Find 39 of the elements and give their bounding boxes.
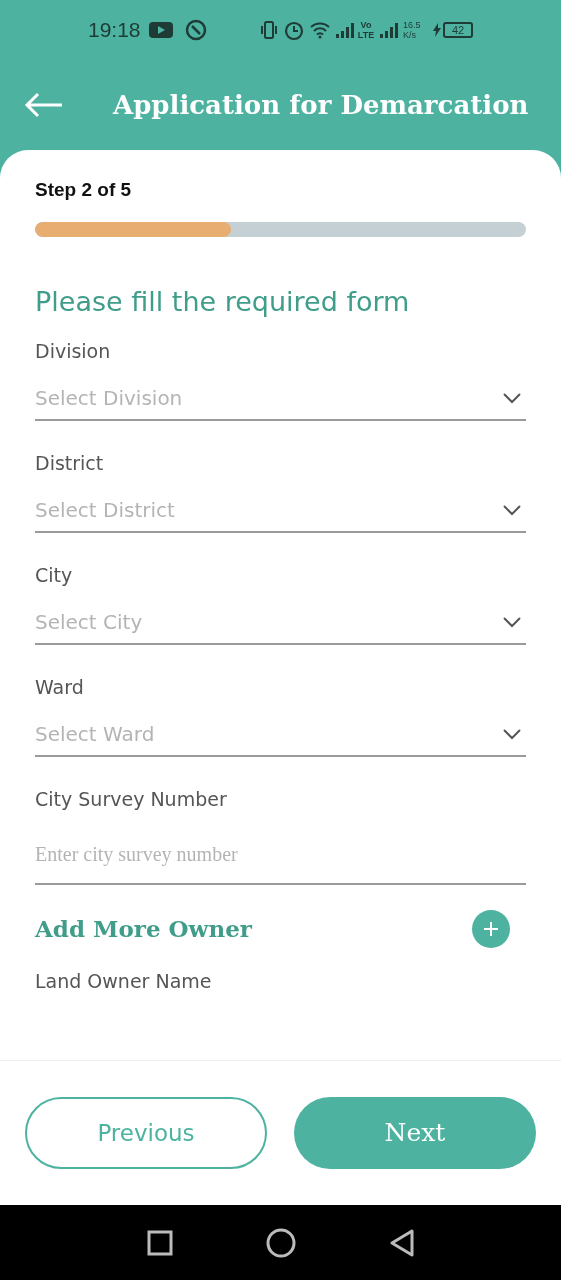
chevron-down-icon (502, 728, 522, 740)
field-label: Land Owner Name (35, 969, 213, 993)
home-icon[interactable] (265, 1227, 296, 1258)
next-button[interactable]: Next (294, 1097, 536, 1169)
plus-icon (484, 922, 498, 936)
chevron-down-icon (502, 616, 522, 628)
network-speed: 16.5 K/s (403, 20, 422, 40)
chevron-down-icon (502, 504, 522, 516)
previous-button[interactable]: Previous (25, 1097, 267, 1169)
wifi-icon (309, 21, 331, 39)
circle-app-icon (184, 19, 207, 41)
status-time: 19:18 (88, 17, 141, 44)
network-type: Vo LTE (357, 20, 375, 40)
video-app-icon (148, 22, 173, 38)
form-heading: Please fill the required form (35, 285, 411, 319)
recents-icon[interactable] (146, 1229, 173, 1256)
back-icon[interactable] (388, 1228, 415, 1257)
signal-icon (335, 22, 355, 38)
select-field[interactable]: Select Division (35, 377, 526, 421)
signal-icon (379, 22, 399, 38)
charging-icon (433, 23, 441, 37)
select-field[interactable]: Select City (35, 601, 526, 645)
select-field[interactable]: Select District (35, 489, 526, 533)
page-title: Application for Demarcation (113, 88, 529, 122)
add-button[interactable] (472, 910, 510, 948)
add-owner-label: Add More Owner (35, 913, 252, 944)
field-label: District (35, 451, 105, 475)
field-label: City Survey Number (35, 787, 228, 811)
battery-indicator: 42 (443, 22, 473, 38)
alarm-icon (283, 19, 305, 41)
chevron-down-icon (502, 392, 522, 404)
field-label: Ward (35, 675, 85, 699)
input-field[interactable]: Enter city survey number (35, 833, 526, 885)
field-label: Division (35, 339, 112, 363)
step-label: Step 2 of 5 (35, 178, 133, 202)
field-label: City (35, 563, 74, 587)
back-arrow-icon[interactable] (24, 92, 64, 118)
vibrate-icon (259, 20, 279, 40)
select-field[interactable]: Select Ward (35, 713, 526, 757)
